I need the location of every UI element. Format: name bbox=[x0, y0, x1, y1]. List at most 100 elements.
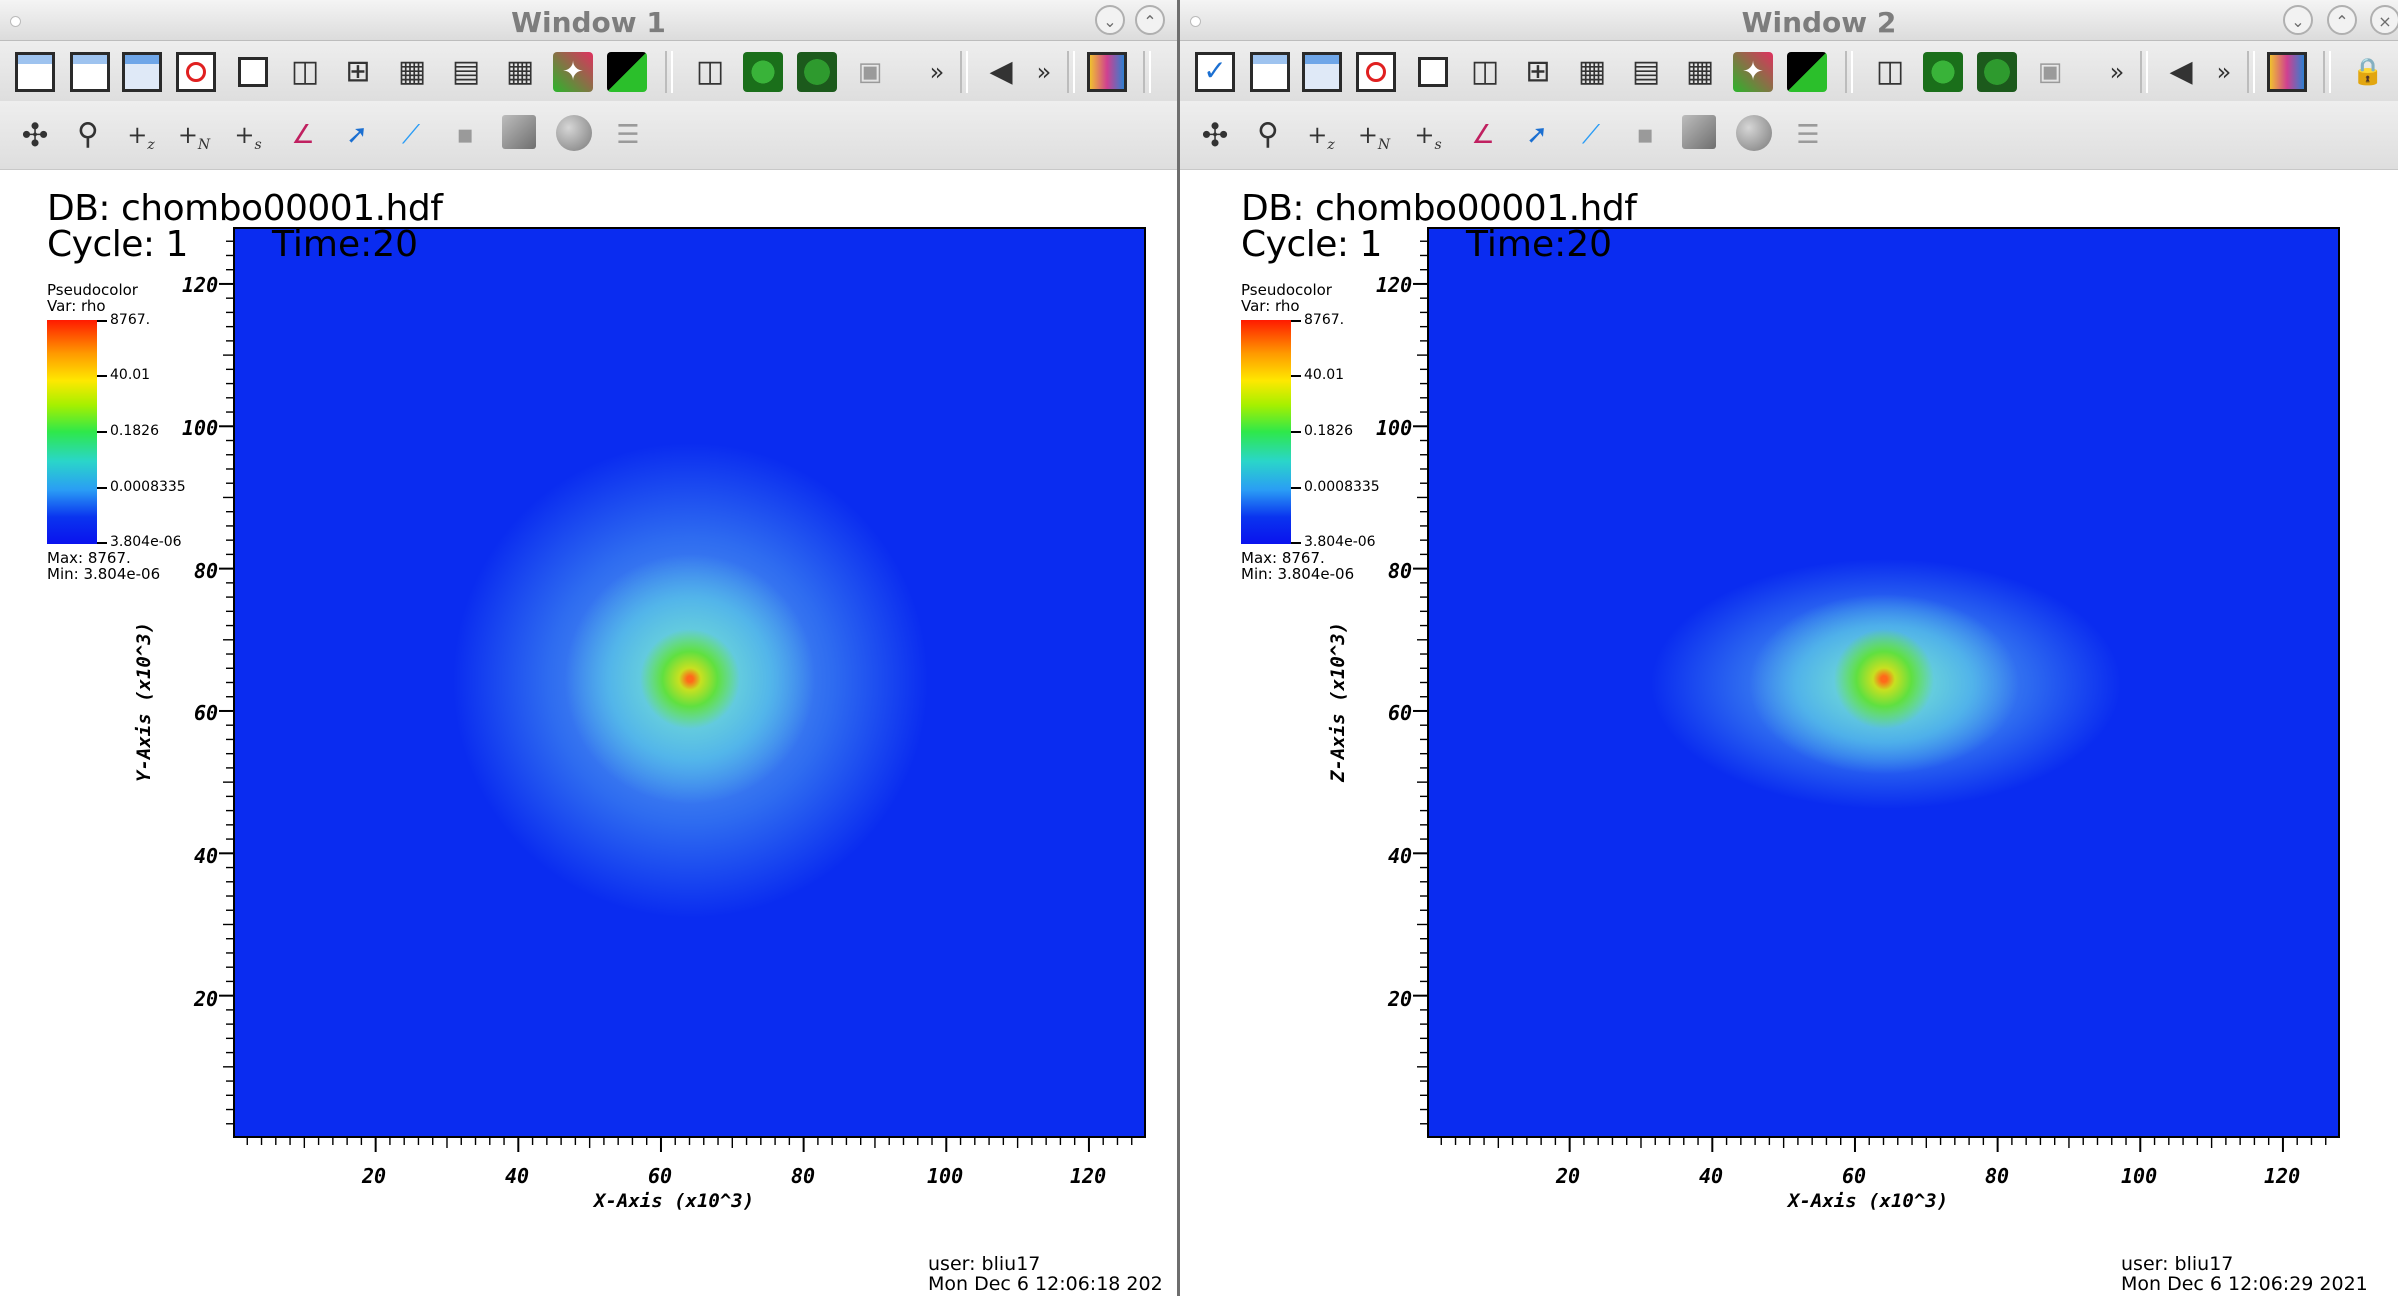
invert-background-icon[interactable] bbox=[2267, 52, 2307, 92]
line-icon[interactable]: ⟋ bbox=[1571, 115, 1611, 155]
x-tick-label: 120 bbox=[1070, 1164, 1107, 1188]
sphere-icon[interactable] bbox=[556, 115, 592, 151]
plane-icon[interactable]: ▪ bbox=[445, 115, 485, 155]
delete-window-icon[interactable] bbox=[176, 52, 216, 92]
more-icon[interactable]: » bbox=[2204, 52, 2244, 92]
close-icon[interactable]: × bbox=[2370, 5, 2398, 35]
title-bar[interactable]: Window 2 ⌄ ⌃ × bbox=[1180, 0, 2398, 41]
layout-3x3-icon[interactable]: ▦ bbox=[1680, 52, 1720, 92]
undo-view-icon[interactable] bbox=[797, 52, 837, 92]
navigate-icon[interactable]: ✣ bbox=[15, 115, 55, 155]
lock-view-icon[interactable]: ✦ bbox=[553, 52, 593, 92]
maximize-chevron-up-icon[interactable]: ⌃ bbox=[1135, 5, 1165, 35]
minimize-chevron-down-icon[interactable]: ⌄ bbox=[2283, 5, 2313, 35]
new-window-icon[interactable] bbox=[15, 52, 55, 92]
y-tick-label: 80 bbox=[194, 559, 219, 583]
plus-n-icon[interactable]: +N bbox=[1354, 115, 1394, 155]
toolbar-separator bbox=[1143, 51, 1151, 93]
more-icon[interactable]: » bbox=[917, 52, 957, 92]
layout-1x2-icon[interactable]: ◫ bbox=[1465, 52, 1505, 92]
zoom-icon[interactable]: ⚲ bbox=[1248, 115, 1288, 155]
line-icon[interactable]: ⟋ bbox=[391, 115, 431, 155]
colorbar-tick bbox=[97, 320, 107, 322]
animation-back-icon[interactable]: ◀ bbox=[2161, 52, 2201, 92]
pick-icon[interactable]: ➚ bbox=[337, 115, 377, 155]
box-icon[interactable] bbox=[1682, 115, 1716, 149]
mode-toolbar: ✣ ⚲ +z +N +s ∠ ➚ ⟋ ▪ ☰ bbox=[1180, 101, 2398, 170]
layout-2x2-icon[interactable]: ⊞ bbox=[1518, 52, 1558, 92]
layout-1x2-icon[interactable]: ◫ bbox=[285, 52, 325, 92]
undo-view-icon[interactable] bbox=[1977, 52, 2017, 92]
window-title: Window 2 bbox=[1741, 6, 1897, 39]
maximize-chevron-up-icon[interactable]: ⌃ bbox=[2327, 5, 2357, 35]
x-tick-label: 120 bbox=[2264, 1164, 2301, 1188]
plus-n-icon[interactable]: +N bbox=[174, 115, 214, 155]
timestamp: Mon Dec 6 12:06:18 202 bbox=[928, 1273, 1163, 1295]
window-title: Window 1 bbox=[511, 6, 666, 39]
colorbar-tick bbox=[1291, 431, 1301, 433]
camera-icon[interactable]: ▣ bbox=[850, 52, 890, 92]
toolbar-separator bbox=[2247, 51, 2255, 93]
more-icon[interactable]: » bbox=[1024, 52, 1064, 92]
plus-z-icon[interactable]: +z bbox=[121, 115, 161, 155]
layout-2x3-icon[interactable]: ▦ bbox=[392, 52, 432, 92]
user-name: user: bliu17 bbox=[2121, 1253, 2234, 1275]
legend-min: Min: 3.804e-06 bbox=[1241, 565, 1355, 583]
x-tick-label: 100 bbox=[927, 1164, 964, 1188]
clear-window-icon[interactable] bbox=[1250, 52, 1290, 92]
visualization-viewport[interactable]: DB: chombo00001.hdf Cycle: 1 Time:20 Pse… bbox=[0, 170, 1177, 1296]
layout-1x1-icon[interactable] bbox=[238, 57, 268, 87]
clear-window-icon[interactable] bbox=[70, 52, 110, 92]
plus-z-icon[interactable]: +z bbox=[1301, 115, 1341, 155]
spectrum-icon[interactable] bbox=[1787, 52, 1827, 92]
toolbar-separator bbox=[2323, 51, 2331, 93]
perspective-icon[interactable]: ◫ bbox=[1870, 52, 1910, 92]
recenter-icon[interactable] bbox=[1923, 52, 1963, 92]
sphere-icon[interactable] bbox=[1736, 115, 1772, 151]
delete-window-icon[interactable] bbox=[1356, 52, 1396, 92]
sliders-icon[interactable]: ☰ bbox=[1788, 115, 1828, 155]
colorbar-label: 3.804e-06 bbox=[110, 534, 182, 550]
colorbar-label: 0.1826 bbox=[110, 423, 159, 439]
animation-back-icon[interactable]: ◀ bbox=[981, 52, 1021, 92]
copy-window-icon[interactable] bbox=[122, 52, 162, 92]
pseudocolor-plot[interactable] bbox=[1427, 227, 2340, 1138]
minimize-chevron-down-icon[interactable]: ⌄ bbox=[1095, 5, 1125, 35]
title-bar[interactable]: Window 1 ⌄ ⌃ bbox=[0, 0, 1177, 41]
box-icon[interactable] bbox=[502, 115, 536, 149]
layout-2x2-icon[interactable]: ⊞ bbox=[338, 52, 378, 92]
legend-min: Min: 3.804e-06 bbox=[47, 565, 161, 583]
layout-2x4-icon[interactable]: ▤ bbox=[1626, 52, 1666, 92]
visit-window-2: Window 2 ⌄ ⌃ × ✓ ◫ ⊞ ▦ ▤ ▦ ✦ ◫ ▣ » ◀ » 🔒… bbox=[1180, 0, 2398, 1296]
colorbar-label: 8767. bbox=[110, 312, 151, 328]
camera-icon[interactable]: ▣ bbox=[2030, 52, 2070, 92]
x-tick-label: 40 bbox=[505, 1164, 530, 1188]
visualization-viewport[interactable]: DB: chombo00001.hdf Cycle: 1 Time:20 Pse… bbox=[1180, 170, 2398, 1296]
active-window-check-icon[interactable]: ✓ bbox=[1195, 52, 1235, 92]
layout-1x1-icon[interactable] bbox=[1418, 57, 1448, 87]
perspective-icon[interactable]: ◫ bbox=[690, 52, 730, 92]
layout-3x3-icon[interactable]: ▦ bbox=[500, 52, 540, 92]
lock-view-icon[interactable]: ✦ bbox=[1733, 52, 1773, 92]
more-icon[interactable]: » bbox=[2097, 52, 2137, 92]
y-tick-label: 20 bbox=[1388, 987, 1413, 1011]
lineout-icon[interactable]: ∠ bbox=[283, 115, 323, 155]
zoom-icon[interactable]: ⚲ bbox=[68, 115, 108, 155]
lock-icon[interactable]: 🔒 bbox=[2348, 52, 2388, 92]
plus-s-icon[interactable]: +s bbox=[228, 115, 268, 155]
copy-window-icon[interactable] bbox=[1302, 52, 1342, 92]
plus-s-icon[interactable]: +s bbox=[1408, 115, 1448, 155]
cycle-label: Cycle: 1 bbox=[1241, 224, 1382, 265]
invert-background-icon[interactable] bbox=[1087, 52, 1127, 92]
plane-icon[interactable]: ▪ bbox=[1625, 115, 1665, 155]
layout-2x4-icon[interactable]: ▤ bbox=[446, 52, 486, 92]
x-axis-label: X-Axis (x10^3) bbox=[1788, 1190, 1949, 1212]
navigate-icon[interactable]: ✣ bbox=[1195, 115, 1235, 155]
layout-2x3-icon[interactable]: ▦ bbox=[1572, 52, 1612, 92]
recenter-icon[interactable] bbox=[743, 52, 783, 92]
spectrum-icon[interactable] bbox=[607, 52, 647, 92]
pseudocolor-plot[interactable] bbox=[233, 227, 1146, 1138]
pick-icon[interactable]: ➚ bbox=[1517, 115, 1557, 155]
sliders-icon[interactable]: ☰ bbox=[608, 115, 648, 155]
lineout-icon[interactable]: ∠ bbox=[1463, 115, 1503, 155]
